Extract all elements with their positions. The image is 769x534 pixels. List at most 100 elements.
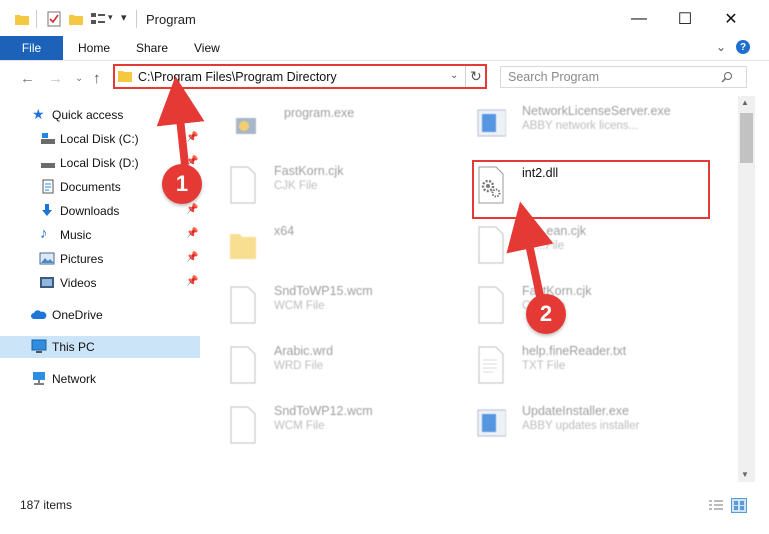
recent-locations-icon[interactable]: ⌄ [75,73,83,84]
sidebar-item-label: Local Disk (D:) [60,156,139,170]
star-icon: ★ [32,106,45,122]
file-item[interactable]: SndToWP12.wcm WCM File [228,404,468,454]
file-type: TXT File [522,360,566,372]
scroll-thumb[interactable] [740,113,753,163]
videos-icon [40,277,54,288]
minimize-button[interactable]: — [616,0,662,38]
file-item[interactable]: help.fineReader.txt TXT File [476,344,716,394]
item-count: 187 items [20,498,73,512]
file-type: WCM File [274,420,325,432]
file-name: FastKorn.cjk [274,164,344,178]
sidebar-item-music[interactable]: ♪ Music 📌 [0,224,200,246]
up-icon[interactable]: ↑ [93,70,101,87]
file-item[interactable]: NetworkLicenseServer.exe ABBY network li… [476,104,716,154]
file-type: WRD File [274,360,324,372]
file-icon [478,226,504,264]
file-type: WCM File [274,300,325,312]
chevron-down-icon[interactable]: ⌄ [450,70,458,81]
view-options-icon[interactable] [90,11,106,27]
sidebar-item-label: Videos [60,276,97,290]
tab-file[interactable]: File [0,36,63,60]
sidebar-item-pictures[interactable]: Pictures 📌 [0,248,200,270]
file-name: SndToWP15.wcm [274,284,373,298]
sidebar-item-label: This PC [52,340,95,354]
tab-view[interactable]: View [194,41,220,55]
sidebar-item-this-pc[interactable]: This PC [0,336,200,358]
sidebar-item-videos[interactable]: Videos 📌 [0,272,200,294]
sidebar-item-label: Network [52,372,97,386]
sidebar-item-downloads[interactable]: Downloads 📌 [0,200,200,222]
maximize-button[interactable]: ☐ [662,0,708,38]
pin-icon[interactable]: 📌 [186,252,198,263]
drive-icon [41,133,55,144]
scroll-down-icon[interactable]: ▼ [741,470,749,479]
file-icon [478,286,504,324]
sidebar-item-network[interactable]: Network [0,368,200,390]
folder-icon [15,15,29,25]
sidebar-item-label: Quick access [52,108,124,122]
sidebar-item-onedrive[interactable]: OneDrive [0,304,200,326]
sidebar-item-local-disk-c[interactable]: Local Disk (C:) 📌 [0,128,200,150]
file-name: x64 [274,224,295,238]
file-item[interactable]: x64 [228,224,468,274]
forward-icon[interactable]: → [48,70,63,87]
search-placeholder: Search Program [508,70,600,84]
folder-icon [118,71,132,82]
help-icon[interactable]: ? [736,40,750,54]
highlight-box [472,160,710,219]
chevron-down-icon[interactable]: ▾ [108,12,113,23]
pin-icon[interactable]: 📌 [186,228,198,239]
pin-icon[interactable]: 📌 [186,204,198,215]
file-icon [230,166,256,204]
file-type: ABBY updates installer [522,420,640,432]
file-type: ...File [536,240,565,252]
drive-icon [41,163,55,168]
sidebar-item-label: Downloads [60,204,120,218]
divider [36,10,37,28]
close-button[interactable]: ✕ [708,0,754,38]
divider [465,66,466,87]
file-item[interactable]: program.exe [232,104,472,154]
sidebar-item-quick-access[interactable]: ★ Quick access [0,104,200,126]
download-icon [42,204,52,216]
pictures-icon [39,252,55,265]
file-item[interactable]: FastKorn.cjk CJK File [476,284,716,334]
search-icon[interactable] [721,71,733,83]
file-name: help.fineReader.txt [522,344,627,358]
customize-toolbar-icon[interactable]: ▾ [121,11,127,24]
tab-share[interactable]: Share [136,41,168,55]
expand-ribbon-icon[interactable]: ⌄ [716,40,726,54]
properties-icon[interactable] [46,11,62,27]
status-bar [0,482,769,534]
refresh-icon[interactable]: ↻ [470,68,482,85]
address-path: C:\Program Files\Program Directory [138,70,337,84]
file-item[interactable]: ...ean.cjk ...File [476,224,716,274]
sidebar-item-label: Music [60,228,92,242]
pin-icon[interactable]: 📌 [186,132,198,143]
file-item[interactable]: FastKorn.cjk CJK File [228,164,468,214]
back-icon[interactable]: ← [20,70,35,87]
scroll-up-icon[interactable]: ▲ [741,98,749,107]
folder-icon [230,234,256,259]
file-icon [230,286,256,324]
sidebar-item-label: Documents [60,180,121,194]
computer-icon [31,339,47,353]
cloud-icon [31,310,47,319]
large-icons-view-icon[interactable] [731,498,747,513]
file-item[interactable]: SndToWP15.wcm WCM File [228,284,468,334]
file-name: ...ean.cjk [536,224,587,238]
file-item[interactable]: Arabic.wrd WRD File [228,344,468,394]
new-folder-icon[interactable] [68,11,84,27]
file-name: SndToWP12.wcm [274,404,373,418]
tab-home[interactable]: Home [78,41,110,55]
file-icon [230,346,256,384]
file-name: Arabic.wrd [274,344,334,358]
step-badge-1: 1 [162,164,202,204]
details-view-icon[interactable] [708,499,724,512]
pin-icon[interactable]: 📌 [186,276,198,287]
file-name: program.exe [284,106,355,120]
sidebar-item-label: Pictures [60,252,104,266]
file-type: ABBY network licens... [522,120,639,132]
executable-icon [477,409,506,437]
file-item[interactable]: UpdateInstaller.exe ABBY updates install… [476,404,716,454]
